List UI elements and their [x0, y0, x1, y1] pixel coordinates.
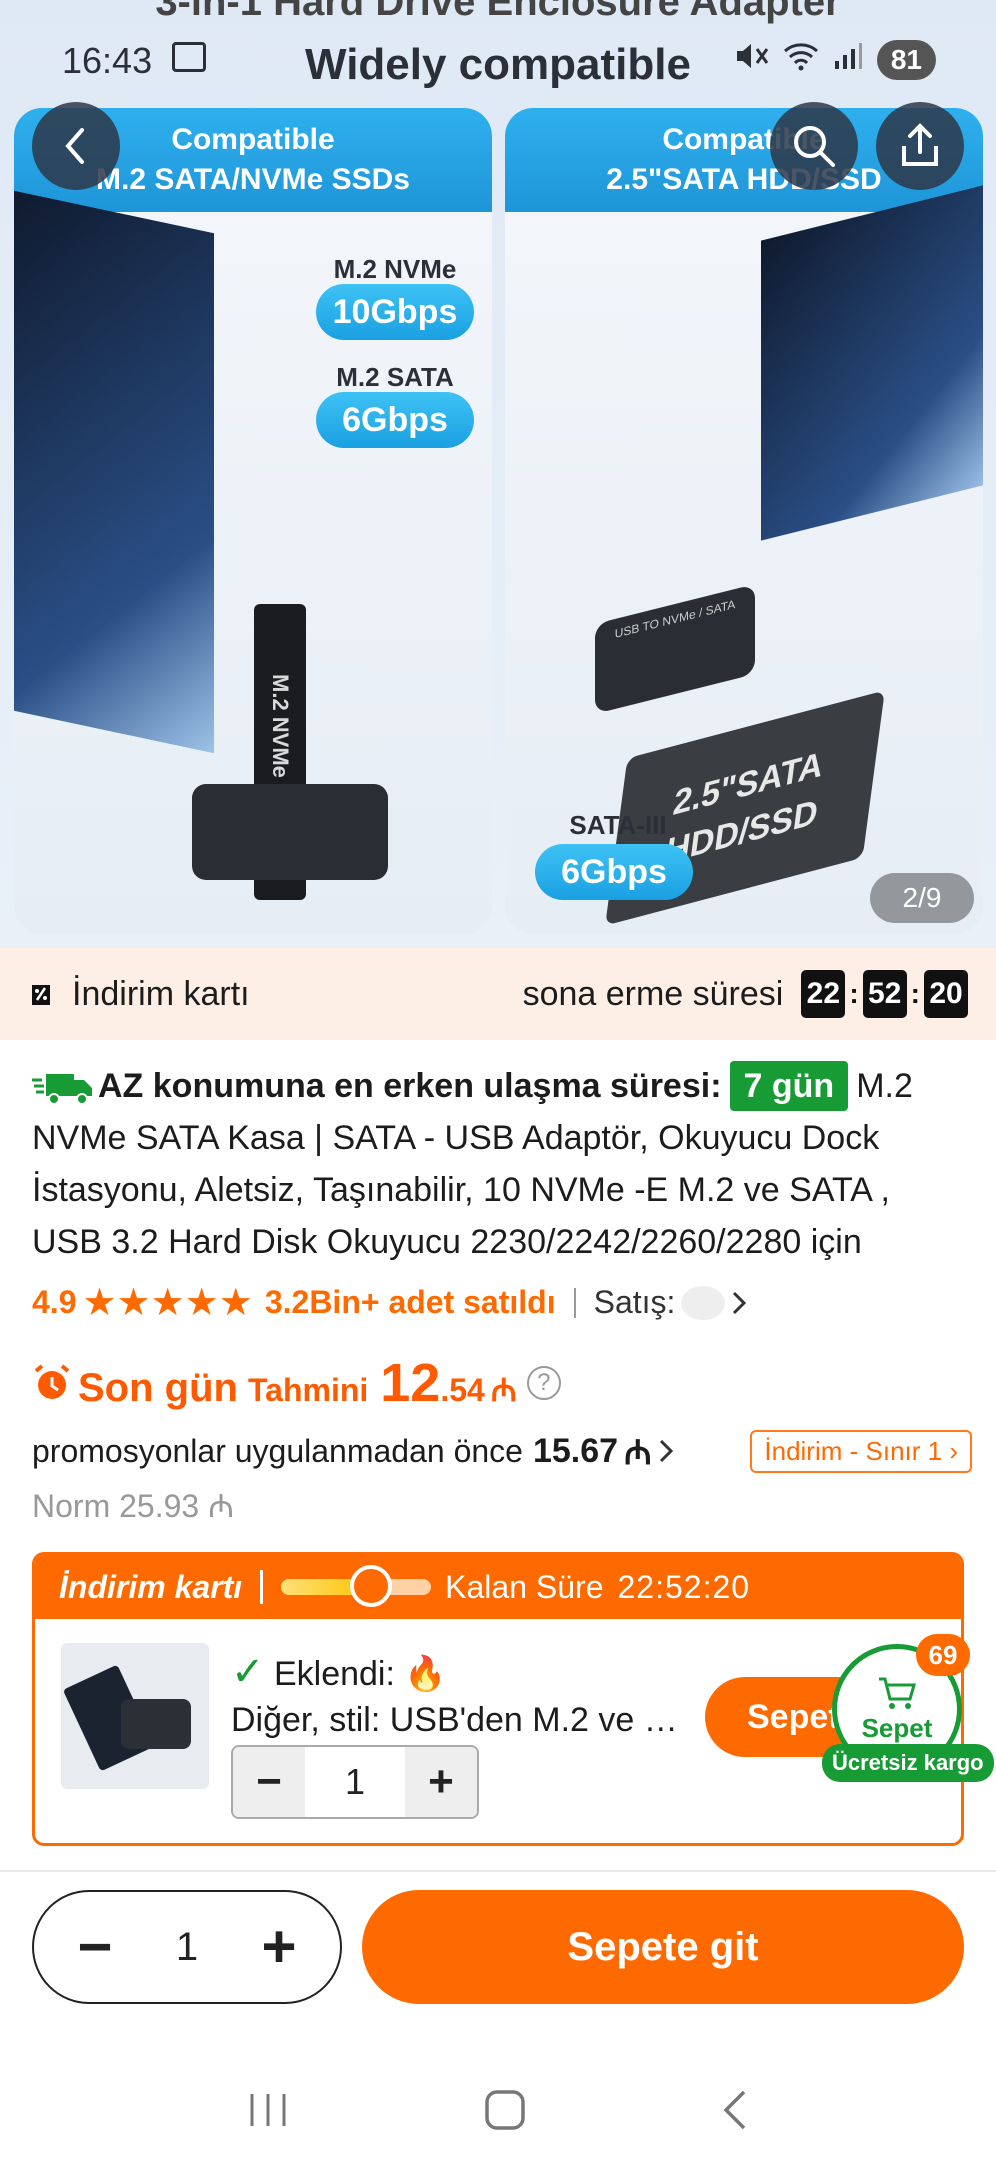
currency-symbol: ₼: [490, 1372, 517, 1408]
system-nav-bar: [0, 2060, 996, 2160]
rating-row[interactable]: 4.9 ★★★★★ 3.2Bin+ adet satıldı Satış:: [32, 1280, 747, 1325]
image-panel-sata: Compatible 2.5"SATA HDD/SSD USB TO NVMe …: [505, 108, 983, 934]
discount-card-title: İndirim kartı: [59, 1568, 243, 1605]
recent-apps-icon[interactable]: [246, 2090, 290, 2130]
discount-limit-chip[interactable]: İndirim - Sınır 1 ›: [750, 1429, 972, 1473]
flame-icon: 🔥: [404, 1655, 447, 1693]
normal-price: Norm 25.93 ₼: [32, 1488, 234, 1524]
promo-value: 15.67: [532, 1431, 619, 1470]
star-icons: ★★★★★: [82, 1282, 253, 1324]
promo-currency: ₼: [624, 1434, 652, 1472]
product-title: AZ konumuna en erken ulaşma süresi: 7 gün…: [32, 1060, 968, 1268]
discount-card-label: İndirim kartı: [72, 974, 250, 1013]
discount-card-header: İndirim kartı Kalan Süre 22:52:20: [35, 1555, 961, 1619]
product-thumbnail[interactable]: [61, 1643, 209, 1789]
estimated-label: Tahmini: [247, 1372, 369, 1408]
free-shipping-badge: Ücretsiz kargo: [822, 1744, 994, 1782]
item-quantity-stepper: − 1 +: [231, 1745, 479, 1819]
spec-pill: 6Gbps: [535, 844, 693, 900]
cart-label: Sepet: [861, 1712, 933, 1743]
spec-label: M.2 NVMe: [333, 254, 457, 284]
variant-text: Diğer, stil: USB'den M.2 ve SATA'ya 2'..…: [231, 1701, 691, 1739]
quantity-value: 1: [175, 1924, 199, 1969]
wifi-icon: [783, 41, 819, 79]
price-decimal: .54: [440, 1372, 485, 1408]
fast-delivery-truck-icon: [32, 1074, 92, 1106]
spec-pill: 10Gbps: [316, 284, 474, 340]
discount-card-banner[interactable]: İndirim kartı sona erme süresi 22 : 52 :…: [0, 948, 996, 1040]
time-progress-bar: [281, 1565, 432, 1607]
delivery-lead: AZ konumuna en erken ulaşma süresi:: [98, 1067, 722, 1105]
remaining-label: Kalan Süre: [445, 1568, 604, 1605]
spec-pill: 6Gbps: [316, 392, 474, 448]
delivery-days-badge: 7 gün: [729, 1061, 849, 1111]
image-page-counter: 2/9: [870, 873, 974, 923]
chevron-right-icon: [659, 1439, 673, 1463]
go-to-cart-button[interactable]: Sepete git: [362, 1890, 964, 2004]
alarm-clock-icon: [34, 1364, 70, 1399]
status-time: 16:43: [62, 40, 153, 81]
discount-tag-icon: [32, 985, 50, 1005]
dock-illustration: USB TO NVMe / SATA: [595, 584, 755, 714]
countdown-minutes: 52: [862, 970, 907, 1018]
increase-button[interactable]: +: [254, 1917, 304, 1977]
share-button[interactable]: [876, 102, 964, 190]
discount-card-panel: İndirim kartı Kalan Süre 22:52:20 ✓ Ekle…: [32, 1552, 964, 1846]
spec-label: SATA-III: [569, 810, 667, 840]
back-button[interactable]: [32, 102, 120, 190]
remaining-time: 22:52:20: [617, 1568, 751, 1605]
hero-headline: 3-in-1 Hard Drive Enclosure Adapter: [155, 0, 841, 24]
back-icon: [65, 128, 84, 164]
signal-icon: [833, 41, 863, 79]
increase-button[interactable]: +: [405, 1747, 477, 1817]
promo-row[interactable]: promosyonlar uygulanmadan önce 15.67 ₼ İ…: [32, 1428, 972, 1474]
rating-value: 4.9: [32, 1284, 77, 1320]
screen-record-icon: [172, 42, 206, 72]
clock-icon: [350, 1565, 393, 1607]
price-integer: 12: [380, 1353, 441, 1413]
product-image-gallery[interactable]: 3-in-1 Hard Drive Enclosure Adapter Wide…: [0, 0, 996, 948]
added-item-info: ✓ Eklendi: 🔥 Diğer, stil: USB'den M.2 ve…: [231, 1649, 701, 1743]
quantity-stepper: − 1 +: [32, 1890, 342, 2004]
status-icons: 81: [735, 40, 936, 80]
decrease-button[interactable]: −: [70, 1917, 120, 1977]
battery-indicator: 81: [876, 40, 936, 80]
laptop-illustration: [761, 183, 983, 541]
last-day-label: Son gün: [78, 1366, 238, 1410]
price-row: Son gün Tahmini 12 .54 ₼ ?: [32, 1352, 561, 1414]
sold-count: 3.2Bin+ adet satıldı: [264, 1284, 556, 1320]
image-panel-m2: Compatible M.2 SATA/NVMe SSDs M.2 NVMe 1…: [14, 108, 492, 934]
mute-icon: [735, 41, 769, 79]
countdown-hours: 22: [801, 970, 846, 1018]
dock-illustration: [192, 784, 388, 880]
checkmark-icon: ✓: [231, 1650, 265, 1694]
added-label: Eklendi:: [273, 1655, 395, 1693]
laptop-illustration: [14, 190, 214, 754]
item-quantity: 1: [344, 1761, 366, 1802]
seller-label: Satış:: [593, 1284, 676, 1320]
share-icon: [902, 123, 938, 166]
cart-count-badge: 69: [916, 1634, 970, 1676]
promo-label: promosyonlar uygulanmadan önce: [32, 1432, 523, 1469]
cart-icon: [879, 1677, 916, 1709]
search-icon: [794, 126, 835, 167]
expiry-label: sona erme süresi: [522, 974, 784, 1013]
countdown-seconds: 20: [924, 970, 968, 1018]
seller-logo[interactable]: [681, 1285, 726, 1320]
spec-label: M.2 SATA: [336, 362, 454, 392]
chevron-right-icon: [733, 1291, 747, 1314]
back-nav-icon[interactable]: [720, 2088, 750, 2132]
search-button[interactable]: [770, 102, 858, 190]
home-icon[interactable]: [483, 2088, 527, 2132]
decrease-button[interactable]: −: [233, 1747, 305, 1817]
help-icon[interactable]: ?: [526, 1366, 561, 1400]
added-item: ✓ Eklendi: 🔥 Diğer, stil: USB'den M.2 ve…: [35, 1619, 961, 1843]
